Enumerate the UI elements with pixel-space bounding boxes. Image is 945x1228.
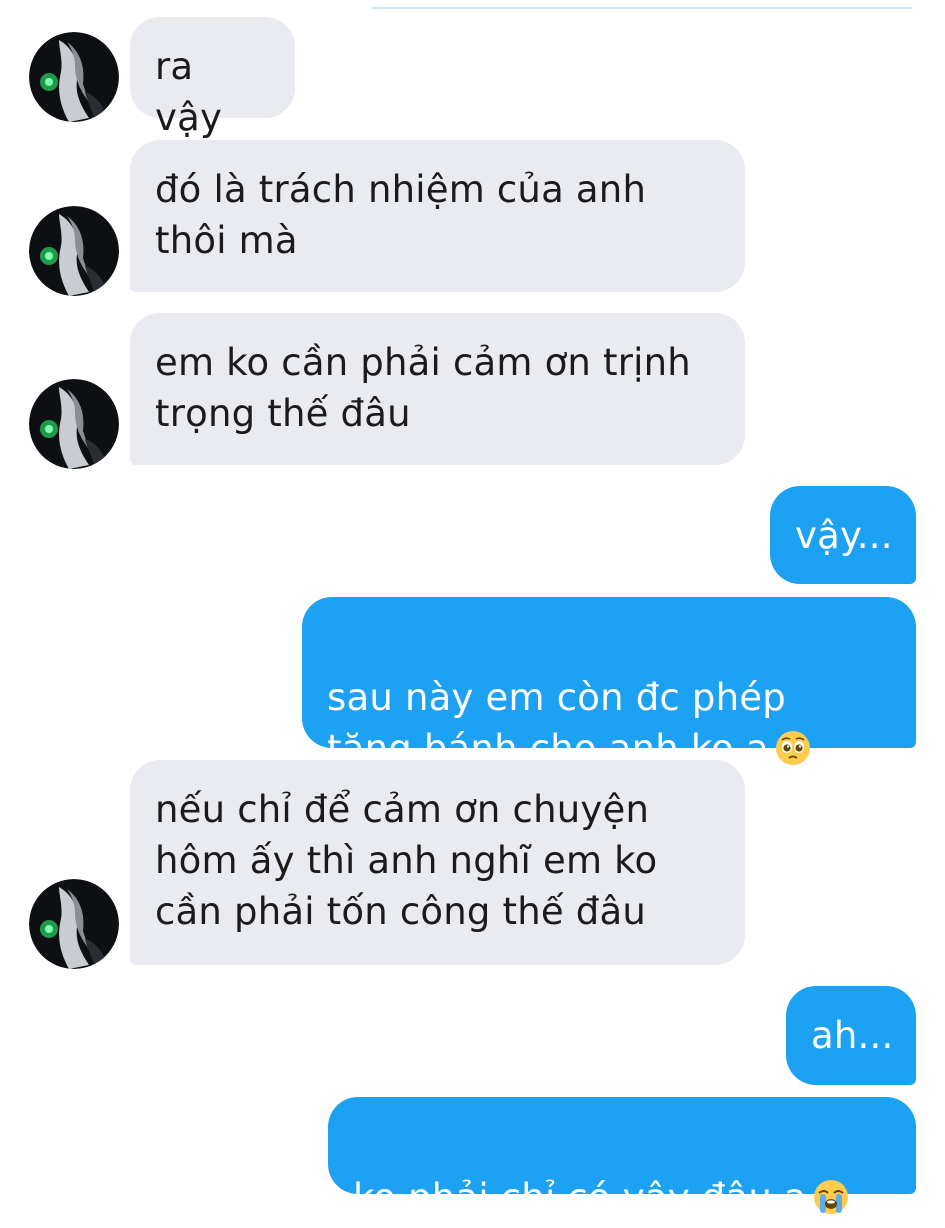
message-bubble-outgoing[interactable]: vậy... (770, 486, 916, 584)
contact-avatar[interactable] (29, 379, 119, 469)
contact-avatar[interactable] (29, 32, 119, 122)
avatar-image-icon (29, 206, 119, 296)
avatar-image-icon (29, 32, 119, 122)
message-bubble-outgoing[interactable]: ah... (786, 986, 916, 1085)
message-bubble-outgoing[interactable]: ko phải chỉ có vậy đâu ạ (328, 1097, 916, 1219)
pleading-face-emoji-icon (775, 728, 811, 765)
contact-avatar[interactable] (29, 206, 119, 296)
avatar-image-icon (29, 379, 119, 469)
message-bubble-outgoing[interactable]: sau này em còn đc phép tặng bánh cho anh… (302, 597, 916, 770)
avatar-image-icon (29, 879, 119, 969)
message-bubble-incoming[interactable]: em ko cần phải cảm ơn trịnh trọng thế đâ… (130, 313, 745, 465)
message-bubble-incoming[interactable]: ra vậy (130, 17, 295, 139)
contact-avatar[interactable] (29, 879, 119, 969)
message-bubble-incoming[interactable]: nếu chỉ để cảm ơn chuyện hôm ấy thì anh … (130, 760, 745, 965)
message-text: sau này em còn đc phép tặng bánh cho anh… (327, 676, 786, 770)
top-divider (372, 7, 912, 9)
loudly-crying-face-emoji-icon (813, 1177, 849, 1214)
message-bubble-incoming[interactable]: đó là trách nhiệm của anh thôi mà (130, 140, 745, 292)
